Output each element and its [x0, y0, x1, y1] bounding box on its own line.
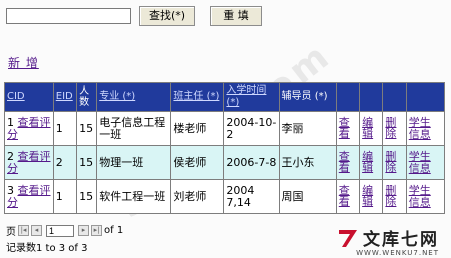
header-eid[interactable]: EID	[52, 82, 78, 112]
edit-link[interactable]: 编辑	[362, 185, 374, 207]
add-new-link[interactable]: 新 增	[8, 54, 39, 71]
search-input[interactable]	[6, 8, 131, 24]
count-cell: 15	[76, 179, 98, 214]
cid-cell: 3 查看评分	[4, 179, 54, 214]
search-button[interactable]: 查找(*)	[139, 6, 195, 26]
count-cell: 15	[76, 111, 98, 146]
header-counselor: 辅导员 (*)	[278, 82, 337, 112]
eid-cell: 1	[52, 179, 78, 214]
logo-icon	[339, 229, 357, 247]
table-header-row: CID EID 人数 专业 (*) 班主任 (*) 入学时间 (*) 辅导员 (…	[4, 82, 446, 112]
pager: 页 |◂ ◂ ▸ ▸| of 1	[6, 223, 123, 238]
major-cell: 电子信息工程一班	[96, 111, 172, 146]
view-scores-link[interactable]: 查看评分	[7, 184, 51, 209]
head-teacher-cell: 楼老师	[170, 111, 225, 146]
view-scores-link[interactable]: 查看评分	[7, 116, 51, 141]
student-info-link[interactable]: 学生信息	[409, 116, 437, 141]
major-cell: 物理一班	[96, 145, 172, 180]
record-count: 记录数1 to 3 of 3	[6, 243, 88, 254]
class-table: CID EID 人数 专业 (*) 班主任 (*) 入学时间 (*) 辅导员 (…	[4, 82, 446, 214]
edit-link[interactable]: 编辑	[362, 117, 374, 139]
major-cell: 软件工程一班	[96, 179, 172, 214]
delete-link[interactable]: 删除	[385, 185, 397, 207]
view-scores-link[interactable]: 查看评分	[7, 150, 51, 175]
table-row: 3 查看评分 1 15 软件工程一班 刘老师 2004 7,14 周国 查看 编…	[4, 179, 446, 214]
table-row: 2 查看评分 2 15 物理一班 侯老师 2006-7-8 王小东 查看 编辑 …	[4, 145, 446, 180]
delete-link[interactable]: 删除	[385, 117, 397, 139]
header-count: 人数	[76, 82, 98, 112]
reset-button[interactable]: 重 填	[210, 6, 262, 26]
enroll-date-cell: 2004 7,14	[223, 179, 280, 214]
view-link[interactable]: 查看	[339, 151, 351, 173]
page-total: of 1	[104, 225, 124, 236]
header-enroll-date[interactable]: 入学时间 (*)	[223, 82, 280, 112]
logo-url: WWW.WENKU7.NET	[356, 249, 439, 257]
enroll-date-cell: 2006-7-8	[223, 145, 280, 180]
cid-cell: 2 查看评分	[4, 145, 54, 180]
header-view	[335, 82, 361, 112]
logo-text: 文库七网	[363, 230, 439, 250]
head-teacher-cell: 侯老师	[170, 145, 225, 180]
counselor-cell: 李丽	[278, 111, 337, 146]
prev-page-icon[interactable]: ◂	[31, 225, 42, 236]
student-info-link[interactable]: 学生信息	[409, 150, 437, 175]
edit-link[interactable]: 编辑	[362, 151, 374, 173]
counselor-cell: 王小东	[278, 145, 337, 180]
first-page-icon[interactable]: |◂	[18, 225, 29, 236]
header-cid[interactable]: CID	[4, 82, 54, 112]
delete-link[interactable]: 删除	[385, 151, 397, 173]
header-edit	[359, 82, 384, 112]
table-row: 1 查看评分 1 15 电子信息工程一班 楼老师 2004-10-2 李丽 查看…	[4, 111, 446, 146]
next-page-icon[interactable]: ▸	[78, 225, 89, 236]
enroll-date-cell: 2004-10-2	[223, 111, 280, 146]
header-student-info	[405, 82, 446, 112]
header-head-teacher[interactable]: 班主任 (*)	[170, 82, 225, 112]
student-info-link[interactable]: 学生信息	[409, 184, 437, 209]
view-link[interactable]: 查看	[339, 185, 351, 207]
counselor-cell: 周国	[278, 179, 337, 214]
cid-cell: 1 查看评分	[4, 111, 54, 146]
page-number-input[interactable]	[46, 224, 74, 237]
eid-cell: 1	[52, 111, 78, 146]
count-cell: 15	[76, 145, 98, 180]
eid-cell: 2	[52, 145, 78, 180]
header-delete	[382, 82, 407, 112]
site-logo: 文库七网 WWW.WENKU7.NET	[337, 225, 439, 257]
last-page-icon[interactable]: ▸|	[91, 225, 102, 236]
header-major[interactable]: 专业 (*)	[96, 82, 172, 112]
head-teacher-cell: 刘老师	[170, 179, 225, 214]
view-link[interactable]: 查看	[339, 117, 351, 139]
page-label: 页	[6, 227, 16, 238]
